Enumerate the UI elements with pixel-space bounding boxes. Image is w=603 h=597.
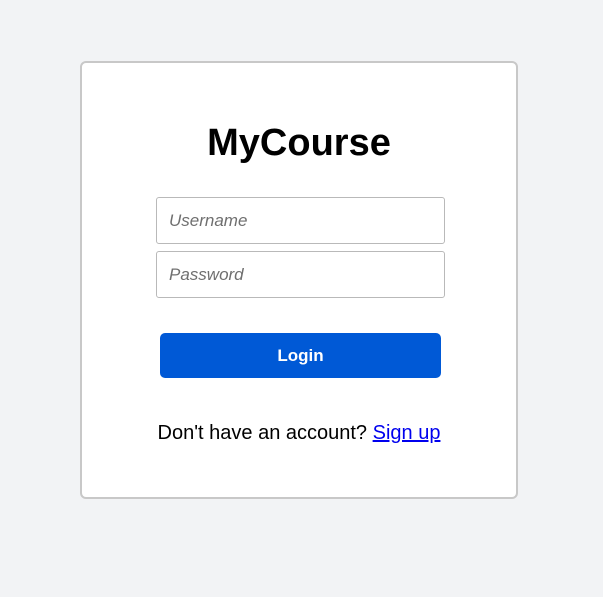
app-title: MyCourse (207, 122, 391, 164)
login-button[interactable]: Login (160, 333, 441, 378)
login-card: MyCourse Login Don't have an account? Si… (80, 61, 518, 499)
signup-prompt: Don't have an account? (157, 422, 373, 444)
signup-row: Don't have an account? Sign up (82, 421, 516, 445)
password-input[interactable] (156, 251, 445, 298)
signup-link[interactable]: Sign up (373, 422, 441, 444)
username-input[interactable] (156, 197, 445, 244)
